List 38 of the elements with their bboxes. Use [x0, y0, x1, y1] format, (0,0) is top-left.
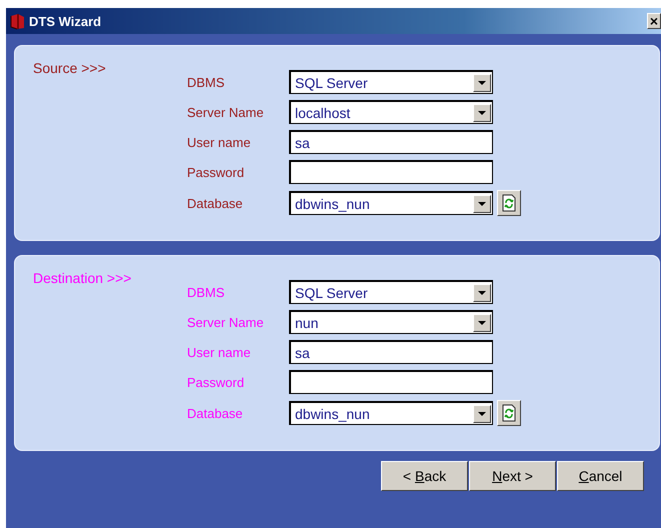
- text-field[interactable]: [289, 370, 493, 394]
- text-field[interactable]: sa: [289, 130, 493, 154]
- close-button[interactable]: ×: [647, 13, 661, 29]
- field-label: DBMS: [187, 74, 226, 90]
- field-label: Database: [187, 406, 244, 420]
- field-label: Password: [187, 164, 246, 180]
- section-title: Source >>>: [33, 60, 106, 76]
- field-label: User name: [187, 134, 252, 150]
- dropdown-field[interactable]: SQL Server: [289, 70, 493, 94]
- text-field[interactable]: [289, 160, 493, 184]
- section-title: Destination >>>: [33, 270, 132, 286]
- wizard-button[interactable]: Next >: [469, 461, 556, 491]
- field-label: Server Name: [187, 104, 265, 120]
- window-title: DTS Wizard: [29, 14, 102, 28]
- wizard-button[interactable]: < Back: [381, 461, 468, 491]
- dropdown-arrow-icon[interactable]: [478, 320, 486, 324]
- text-field[interactable]: sa: [289, 340, 493, 364]
- field-label: DBMS: [187, 284, 226, 300]
- dropdown-field[interactable]: dbwins_nun: [289, 191, 493, 215]
- dropdown-arrow-icon[interactable]: [478, 290, 486, 294]
- field-label: Password: [187, 374, 246, 390]
- dropdown-arrow-icon[interactable]: [478, 80, 486, 84]
- refresh-button[interactable]: [497, 190, 521, 216]
- dropdown-field[interactable]: nun: [289, 310, 493, 334]
- dropdown-arrow-icon[interactable]: [478, 110, 486, 114]
- field-label: Database: [187, 196, 244, 210]
- wizard-button[interactable]: Cancel: [557, 461, 644, 491]
- refresh-icon: [501, 194, 517, 212]
- dropdown-arrow-icon[interactable]: [478, 412, 486, 416]
- dropdown-field[interactable]: SQL Server: [289, 280, 493, 304]
- dropdown-field[interactable]: localhost: [289, 100, 493, 124]
- dropdown-field[interactable]: dbwins_nun: [289, 401, 493, 425]
- dropdown-arrow-icon[interactable]: [478, 202, 486, 206]
- book-icon: [9, 12, 26, 30]
- field-label: User name: [187, 344, 252, 360]
- refresh-icon: [501, 404, 517, 422]
- refresh-button[interactable]: [497, 400, 521, 426]
- field-label: Server Name: [187, 314, 265, 330]
